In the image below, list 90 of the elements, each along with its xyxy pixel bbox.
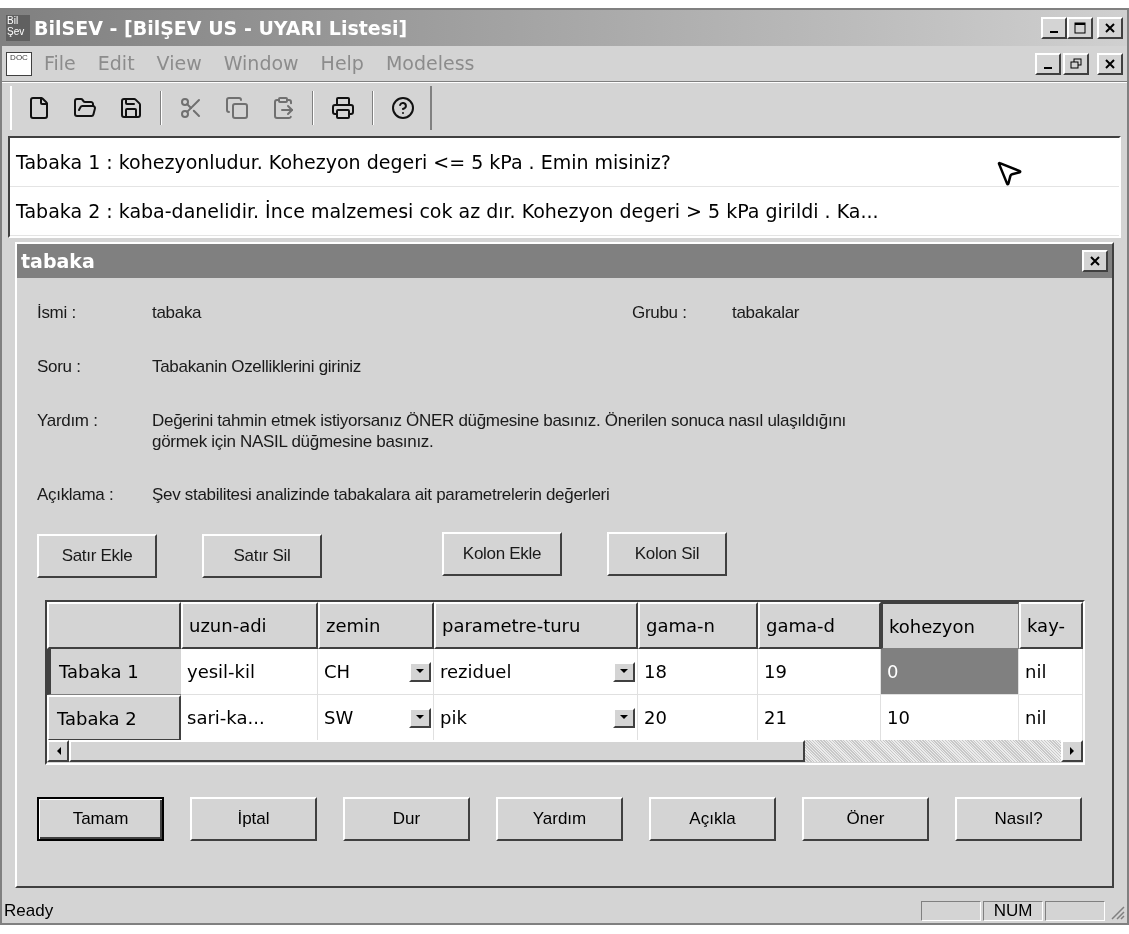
table-cell[interactable]: 21 — [758, 695, 881, 741]
minimize-button[interactable] — [1035, 52, 1061, 75]
dialog-button[interactable]: Nasıl? — [955, 797, 1082, 841]
minimize-icon — [1050, 31, 1058, 33]
column-header[interactable]: parametre-turu — [434, 602, 638, 649]
cut-icon — [179, 95, 203, 120]
row-header[interactable]: Tabaka 2 — [47, 695, 181, 741]
field-value: Değerini tahmin etmek istiyorsanız ÖNER düğmesine basınız. Önerilen sonuca nasıl ulaşıldığını görmek için NASIL düğmesine basınız. — [152, 410, 847, 452]
down-arrow-icon — [620, 715, 628, 720]
toolbar-button[interactable]: Satır Sil — [202, 534, 322, 578]
table-cell[interactable]: 19 — [758, 649, 881, 695]
document-icon: DOC — [6, 51, 32, 76]
column-header[interactable]: kay- — [1019, 602, 1083, 649]
scroll-thumb[interactable] — [69, 740, 805, 762]
dropdown-button[interactable] — [409, 661, 431, 682]
field-value: tabakalar — [732, 302, 800, 324]
status-panel — [921, 901, 981, 921]
field-label: Grubu : — [632, 302, 688, 324]
window-title: BilSEV - [BilŞEV US - UYARI Listesi] — [34, 15, 409, 41]
scroll-left-button[interactable] — [47, 740, 69, 762]
dropdown-button[interactable] — [613, 707, 635, 728]
toolbar-button[interactable]: Kolon Sil — [607, 532, 727, 576]
logo-text: Bil — [7, 15, 20, 26]
scroll-right-button[interactable] — [1061, 740, 1083, 762]
copy-icon — [225, 95, 249, 120]
dialog-button[interactable]: Tamam — [37, 797, 164, 841]
field-label: Yardım : — [37, 410, 99, 432]
row-header[interactable]: Tabaka 1 — [47, 649, 181, 695]
minimize-button[interactable] — [1041, 17, 1067, 39]
toolbar-button[interactable]: Kolon Ekle — [442, 532, 562, 576]
right-arrow-icon — [1069, 747, 1075, 755]
table-cell[interactable]: CH — [318, 649, 434, 695]
column-header[interactable]: gama-n — [638, 602, 758, 649]
table-cell[interactable]: SW — [318, 695, 434, 741]
close-icon — [1089, 255, 1101, 267]
column-header[interactable]: kohezyon — [881, 602, 1019, 649]
close-icon — [1104, 57, 1116, 70]
status-indicator: NUM — [983, 901, 1043, 921]
warning-item[interactable]: Tabaka 2 : kaba-danelidir. İnce malzemesi cok az dır. Kohezyon degeri > 5 kPa girildi . Ka... — [10, 187, 1119, 236]
table-cell[interactable]: nil — [1019, 649, 1083, 695]
dropdown-button[interactable] — [409, 707, 431, 728]
down-arrow-icon — [416, 715, 424, 720]
table-cell[interactable]: 10 — [881, 695, 1019, 741]
maximize-button[interactable] — [1067, 17, 1093, 39]
field-label: Açıklama : — [37, 484, 115, 506]
status-panel — [1045, 901, 1105, 921]
table-cell[interactable]: sari-ka... — [181, 695, 318, 741]
maximize-icon — [1074, 22, 1086, 34]
minimize-icon — [1044, 66, 1052, 69]
field-value: Şev stabilitesi analizinde tabakalara ait parametrelerin değerleri — [152, 484, 611, 506]
left-arrow-icon — [55, 747, 61, 755]
field-label: İsmi : — [37, 302, 77, 324]
down-arrow-icon — [416, 669, 424, 674]
toolbar-button[interactable]: Satır Ekle — [37, 534, 157, 578]
paste-icon — [271, 95, 295, 120]
close-button[interactable] — [1097, 52, 1123, 75]
dialog-button[interactable]: Açıkla — [649, 797, 776, 841]
new-file-icon — [27, 95, 51, 120]
open-folder-icon — [73, 95, 97, 120]
field-value: tabaka — [152, 302, 203, 324]
column-header[interactable]: uzun-adi — [181, 602, 318, 649]
table-cell[interactable]: 0 — [881, 649, 1019, 695]
table-cell[interactable]: pik — [434, 695, 638, 741]
save-icon — [119, 95, 143, 120]
close-icon — [1104, 22, 1116, 34]
down-arrow-icon — [620, 669, 628, 674]
dropdown-button[interactable] — [613, 661, 635, 682]
dialog-button[interactable]: Yardım — [496, 797, 623, 841]
status-text: Ready — [4, 901, 55, 921]
table-cell[interactable]: nil — [1019, 695, 1083, 741]
help-icon — [391, 95, 415, 120]
restore-button[interactable] — [1063, 52, 1089, 75]
logo-text: Şev — [7, 26, 26, 37]
restore-icon — [1070, 57, 1082, 70]
field-label: Soru : — [37, 356, 82, 378]
dialog-button[interactable]: İptal — [190, 797, 317, 841]
close-button[interactable] — [1082, 250, 1108, 272]
column-header[interactable]: gama-d — [758, 602, 881, 649]
table-cell[interactable]: reziduel — [434, 649, 638, 695]
table-cell[interactable]: 18 — [638, 649, 758, 695]
dialog-title: tabaka — [21, 248, 96, 274]
column-header[interactable]: zemin — [318, 602, 434, 649]
table-cell[interactable]: 20 — [638, 695, 758, 741]
field-value: Tabakanin Ozelliklerini giriniz — [152, 356, 362, 378]
close-button[interactable] — [1097, 17, 1123, 39]
horizontal-scrollbar[interactable] — [47, 740, 1083, 762]
table-cell[interactable]: yesil-kil — [181, 649, 318, 695]
print-icon — [331, 95, 355, 120]
dialog-button[interactable]: Dur — [343, 797, 470, 841]
dialog-button[interactable]: Öner — [802, 797, 929, 841]
